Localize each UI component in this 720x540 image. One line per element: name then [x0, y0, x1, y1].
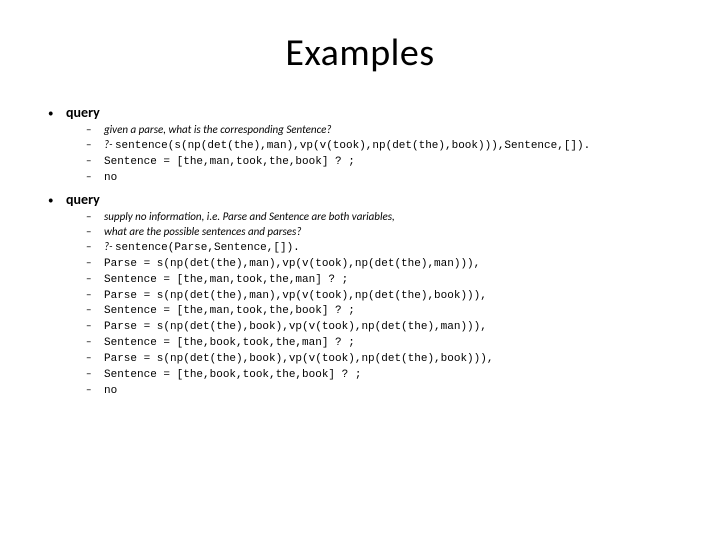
slide: Examples •query–given a parse, what is t… [0, 0, 720, 540]
dash-icon: – [86, 170, 104, 185]
dash-icon: – [86, 303, 104, 318]
sub-item: –Sentence = [the,man,took,the,man] ? ; [86, 272, 680, 288]
query-prompt: ?- [104, 138, 115, 151]
query-code: sentence(s(np(det(the),man),vp(v(took),n… [115, 140, 590, 152]
dash-icon: – [86, 383, 104, 398]
sub-item-text: no [104, 384, 117, 399]
dash-icon: – [86, 272, 104, 287]
dash-icon: – [86, 138, 104, 153]
sub-item-text: Sentence = [the,book,took,the,book] ? ; [104, 368, 361, 383]
dash-icon: – [86, 288, 104, 303]
sub-item-text: no [104, 171, 117, 186]
slide-title: Examples [40, 30, 680, 76]
sub-item: –supply no information, i.e. Parse and S… [86, 210, 680, 225]
bullet-item: •query [48, 191, 680, 208]
dash-icon: – [86, 319, 104, 334]
dash-icon: – [86, 256, 104, 271]
sub-item-text: Sentence = [the,book,took,the,man] ? ; [104, 336, 355, 351]
sub-item: –Parse = s(np(det(the),man),vp(v(took),n… [86, 256, 680, 272]
sub-item: –?- sentence(s(np(det(the),man),vp(v(too… [86, 138, 680, 154]
sub-list: –given a parse, what is the correspondin… [48, 123, 680, 185]
dash-icon: – [86, 225, 104, 240]
dash-icon: – [86, 210, 104, 225]
sub-item: –Sentence = [the,man,took,the,book] ? ; [86, 154, 680, 170]
sub-item-text: Parse = s(np(det(the),man),vp(v(took),np… [104, 257, 480, 272]
sub-item-text: ?- sentence(s(np(det(the),man),vp(v(took… [104, 138, 590, 154]
sub-item-text: given a parse, what is the corresponding… [104, 123, 331, 138]
bullet-label: query [66, 104, 100, 121]
sub-item-text: what are the possible sentences and pars… [104, 225, 301, 240]
sub-item: –given a parse, what is the correspondin… [86, 123, 680, 138]
sub-item-text: Parse = s(np(det(the),book),vp(v(took),n… [104, 352, 493, 367]
sub-item: –no [86, 170, 680, 186]
sub-item: –?- sentence(Parse,Sentence,[]). [86, 240, 680, 256]
sub-item-text: Sentence = [the,man,took,the,book] ? ; [104, 155, 355, 170]
dash-icon: – [86, 351, 104, 366]
sub-item-text: supply no information, i.e. Parse and Se… [104, 210, 395, 225]
bullet-item: •query [48, 104, 680, 121]
sub-item: –Parse = s(np(det(the),book),vp(v(took),… [86, 351, 680, 367]
slide-content: •query–given a parse, what is the corres… [40, 104, 680, 399]
query-code: sentence(Parse,Sentence,[]). [115, 242, 300, 254]
sub-item-text: Sentence = [the,man,took,the,book] ? ; [104, 304, 355, 319]
sub-item: –no [86, 383, 680, 399]
query-prompt: ?- [104, 240, 115, 253]
bullet-label: query [66, 191, 100, 208]
sub-item-text: Parse = s(np(det(the),book),vp(v(took),n… [104, 320, 487, 335]
sub-item: –what are the possible sentences and par… [86, 225, 680, 240]
bullet-dot-icon: • [48, 191, 66, 206]
sub-item-text: ?- sentence(Parse,Sentence,[]). [104, 240, 300, 256]
sub-list: –supply no information, i.e. Parse and S… [48, 210, 680, 398]
sub-item: –Sentence = [the,man,took,the,book] ? ; [86, 303, 680, 319]
dash-icon: – [86, 240, 104, 255]
sub-item: –Parse = s(np(det(the),book),vp(v(took),… [86, 319, 680, 335]
sub-item-text: Parse = s(np(det(the),man),vp(v(took),np… [104, 289, 487, 304]
dash-icon: – [86, 367, 104, 382]
dash-icon: – [86, 154, 104, 169]
bullet-dot-icon: • [48, 104, 66, 119]
dash-icon: – [86, 123, 104, 138]
dash-icon: – [86, 335, 104, 350]
sub-item-text: Sentence = [the,man,took,the,man] ? ; [104, 273, 348, 288]
sub-item: –Sentence = [the,book,took,the,book] ? ; [86, 367, 680, 383]
sub-item: –Sentence = [the,book,took,the,man] ? ; [86, 335, 680, 351]
sub-item: –Parse = s(np(det(the),man),vp(v(took),n… [86, 288, 680, 304]
